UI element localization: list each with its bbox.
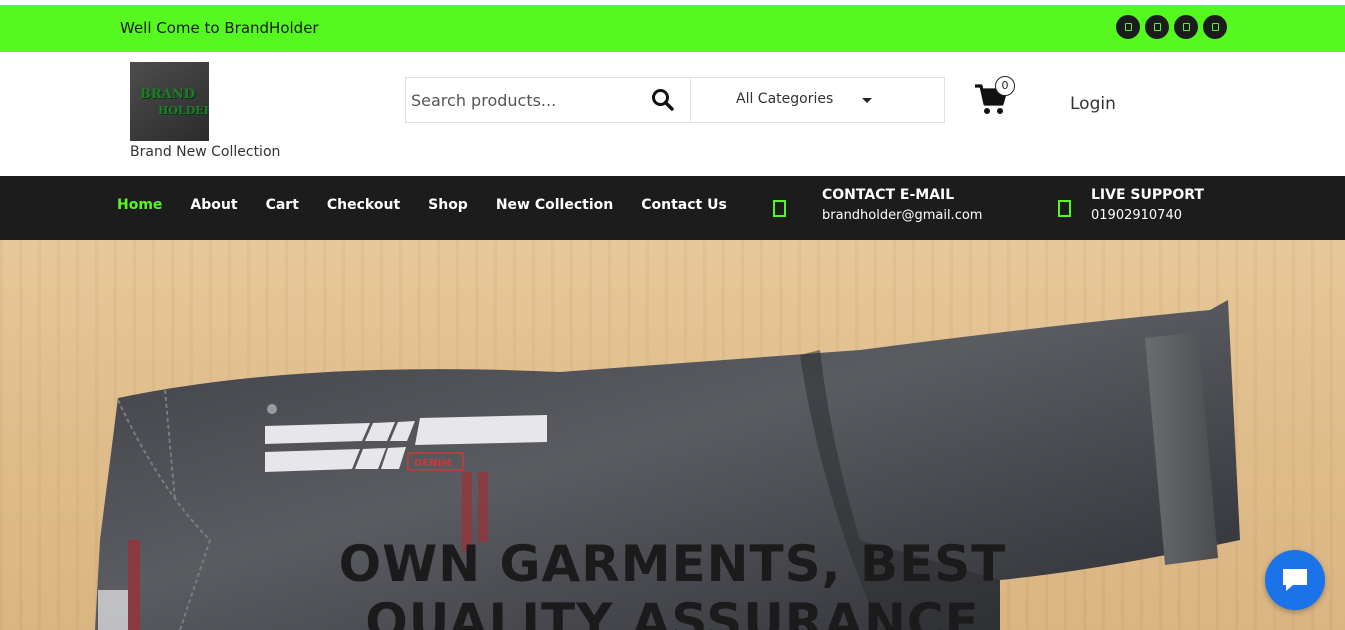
- hero-headline: OWN GARMENTS, BEST QUALITY ASSURANCE: [0, 535, 1345, 630]
- search-bar: All Categories: [405, 77, 945, 123]
- social-icon-3[interactable]: [1174, 15, 1198, 39]
- chat-icon: [1283, 569, 1307, 591]
- chat-button[interactable]: [1265, 550, 1325, 610]
- print-text: DENIM: [414, 458, 451, 469]
- live-support-value[interactable]: 01902910740: [1091, 208, 1182, 223]
- email-icon: [773, 200, 786, 217]
- social-links: [1116, 15, 1232, 39]
- nav-item-home[interactable]: Home: [117, 197, 162, 213]
- main-nav: Home About Cart Checkout Shop New Collec…: [0, 176, 1345, 240]
- search-icon[interactable]: [650, 87, 676, 113]
- category-select[interactable]: All Categories: [736, 91, 833, 107]
- live-support-title: LIVE SUPPORT: [1091, 187, 1204, 203]
- social-icon-2[interactable]: [1145, 15, 1169, 39]
- nav-menu: Home About Cart Checkout Shop New Collec…: [117, 197, 755, 213]
- hero-banner: DENIM OWN GARMENTS, BEST QUALITY ASSURAN…: [0, 240, 1345, 630]
- logo-line-2: HOLDER: [158, 104, 209, 117]
- nav-item-new-collection[interactable]: New Collection: [496, 197, 613, 213]
- top-bar: Well Come to BrandHolder: [0, 5, 1345, 52]
- nav-item-shop[interactable]: Shop: [428, 197, 468, 213]
- search-divider: [690, 78, 691, 122]
- login-link[interactable]: Login: [1070, 94, 1116, 114]
- contact-email-value[interactable]: brandholder@gmail.com: [822, 208, 982, 223]
- chevron-down-icon[interactable]: [862, 98, 872, 103]
- nav-item-contact-us[interactable]: Contact Us: [641, 197, 727, 213]
- site-tagline: Brand New Collection: [130, 144, 281, 160]
- social-icon-4[interactable]: [1203, 15, 1227, 39]
- contact-email-title: CONTACT E-MAIL: [822, 187, 955, 203]
- cart-button[interactable]: 0: [973, 76, 1017, 118]
- logo-line-1: BRAND: [140, 87, 196, 102]
- welcome-text: Well Come to BrandHolder: [120, 19, 319, 37]
- nav-item-cart[interactable]: Cart: [266, 197, 299, 213]
- nav-item-checkout[interactable]: Checkout: [327, 197, 400, 213]
- search-input[interactable]: [406, 78, 646, 122]
- nav-item-about[interactable]: About: [190, 197, 237, 213]
- cart-count-badge: 0: [995, 76, 1015, 96]
- brand-logo[interactable]: BRAND HOLDER: [130, 62, 209, 141]
- social-icon-1[interactable]: [1116, 15, 1140, 39]
- hero-headline-line-1: OWN GARMENTS, BEST: [338, 535, 1007, 593]
- phone-icon: [1058, 200, 1071, 217]
- site-header: BRAND HOLDER Brand New Collection All Ca…: [0, 52, 1345, 176]
- hero-headline-line-2: QUALITY ASSURANCE: [365, 593, 980, 630]
